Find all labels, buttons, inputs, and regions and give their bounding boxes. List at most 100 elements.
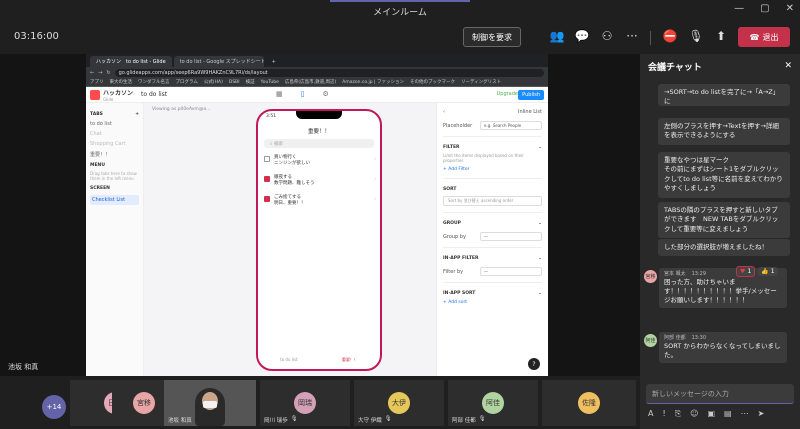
browser-tab-glide[interactable]: ハッカソン to do list - Glide: [90, 56, 172, 67]
bookmark-item[interactable]: アプリ: [90, 79, 104, 85]
checkbox[interactable]: [264, 196, 270, 202]
more-icon[interactable]: ⋯: [741, 409, 749, 419]
bookmark-item[interactable]: プログラム: [176, 79, 198, 85]
viewing-as[interactable]: Viewing as p00eAvm@a...: [152, 107, 210, 112]
share-screen-icon[interactable]: ⬆: [713, 28, 729, 44]
bookmark-item[interactable]: ワンダフル名言: [138, 79, 170, 85]
toolbar-divider: [650, 31, 651, 45]
browser-tab-sheets[interactable]: to do list - Google スプレッドシート: [173, 56, 264, 67]
list-item[interactable]: 徹夜する 数学問題、難しそう ›: [264, 175, 376, 187]
phone-tab-important[interactable]: 重要！！: [342, 357, 358, 363]
publish-button[interactable]: Publish: [518, 90, 544, 100]
divider: [443, 178, 542, 180]
divider: [443, 247, 542, 249]
phone-tab-todo[interactable]: to do list: [280, 357, 297, 363]
request-control-button[interactable]: 制御を要求: [463, 27, 521, 47]
add-tab-icon[interactable]: +: [135, 112, 139, 117]
participant-tile[interactable]: 阿佳 阿部 佳都 🎙: [448, 380, 538, 426]
bookmark-item[interactable]: 検証: [246, 79, 255, 85]
phone-preview: 3:51 重要！！ ⌕ 検索 買い物行く ニンジンが欲しい › 徹夜する 数学問…: [256, 109, 382, 371]
attach-icon[interactable]: ⎘: [675, 409, 681, 419]
filter-by-select[interactable]: —: [480, 267, 542, 277]
settings-icon[interactable]: ⚙: [322, 90, 328, 98]
bookmark-item[interactable]: その他のブックマーク: [410, 79, 455, 85]
reload-icon[interactable]: ↻: [106, 70, 110, 76]
add-sort-button[interactable]: + Add sort: [443, 300, 542, 305]
phone-notch: [296, 111, 342, 119]
chat-title: 会議チャット: [648, 62, 702, 73]
overflow-participants[interactable]: +14: [42, 395, 66, 419]
bookmark-item[interactable]: YouTube: [261, 80, 279, 85]
participant-tile[interactable]: 岡瑞 岡川 瑞歩 🎙: [260, 380, 350, 426]
list-item-text: 徹夜する 数学問題、難しそう: [274, 175, 315, 186]
bookmark-item[interactable]: 公式(HA): [204, 79, 223, 85]
chevron-down-icon: ⌄: [538, 291, 542, 297]
phone-tab-bar: to do list 重要！！: [258, 357, 380, 363]
bookmark-item[interactable]: DSBI: [229, 80, 240, 85]
participants-icon[interactable]: 👥: [549, 28, 565, 44]
reaction-like[interactable]: 👍 1: [758, 267, 778, 276]
url-field[interactable]: go.glideapps.com/app/seep6Ra9W9HAKZnC9L7…: [114, 68, 544, 77]
sort-select[interactable]: Sort by 並び替え ascending order: [443, 196, 542, 207]
message-author: 阿部 佳都: [664, 335, 686, 341]
bookmark-item[interactable]: 東大の生活: [110, 79, 133, 85]
participant-name: 阿部 佳都 🎙: [452, 416, 486, 424]
participant-video: [195, 388, 225, 426]
phone-view-icon[interactable]: ▯: [301, 90, 305, 98]
bookmark-item[interactable]: 広島県(広島市,鉄道,周辺): [285, 79, 336, 85]
new-tab-button[interactable]: +: [266, 56, 282, 67]
maximize-icon[interactable]: ▢: [760, 3, 769, 14]
back-icon[interactable]: ←: [90, 70, 94, 76]
mic-off-icon[interactable]: 🎙: [688, 28, 704, 44]
rooms-icon[interactable]: ⚇: [599, 28, 615, 44]
list-item[interactable]: 買い物行く ニンジンが欲しい ›: [264, 155, 376, 167]
bookmark-item[interactable]: Amazon.co.jp | ファッション: [342, 79, 404, 85]
screen-item-checklist[interactable]: Checklist List: [90, 195, 139, 206]
chat-bubble: TABSの隣のプラスを押すと新しいタブができます NEW TABをダブルクリック…: [658, 202, 790, 239]
table-view-icon[interactable]: ▦: [276, 90, 283, 98]
checkbox[interactable]: [264, 176, 270, 182]
close-icon[interactable]: ✕: [786, 3, 794, 14]
message-text: SORT からわからなくなってしまいました。: [664, 342, 781, 360]
emoji-icon[interactable]: ☺: [690, 409, 698, 419]
participant-tile[interactable]: 大伊 大守 伊織 🎙: [354, 380, 444, 426]
leave-button[interactable]: ☎ 退出: [738, 27, 790, 47]
camera-off-icon[interactable]: ⛔: [662, 28, 678, 44]
minimize-icon[interactable]: —: [734, 3, 744, 14]
phone-search[interactable]: ⌕ 検索: [264, 139, 374, 148]
send-icon[interactable]: ➤: [758, 409, 765, 419]
gif-icon[interactable]: ▣: [707, 409, 715, 419]
placeholder-input[interactable]: e.g. Search People: [480, 121, 542, 130]
close-icon[interactable]: ✕: [784, 61, 792, 71]
app-logo: [90, 89, 100, 100]
participant-initials: 大伊: [388, 392, 410, 414]
more-icon[interactable]: ···: [624, 28, 640, 44]
sticker-icon[interactable]: ▤: [724, 409, 732, 419]
chat-input[interactable]: 新しいメッセージの入力: [646, 384, 794, 404]
reaction-heart[interactable]: ♥ 1: [736, 266, 756, 277]
checkbox[interactable]: [264, 156, 270, 162]
important-icon[interactable]: !: [662, 409, 665, 419]
glide-properties-panel: ‹ Inline List Placeholder e.g. Search Peo…: [436, 103, 548, 376]
page-title: to do list: [141, 91, 168, 98]
tab-item[interactable]: Shopping Cart: [90, 141, 139, 147]
upgrade-link[interactable]: Upgrade: [497, 91, 518, 97]
add-filter-button[interactable]: + Add Filter: [443, 167, 542, 172]
forward-icon[interactable]: →: [98, 70, 102, 76]
participant-tile[interactable]: 佐隆: [542, 380, 636, 426]
tab-item[interactable]: Chat: [90, 131, 139, 137]
window-title: メインルーム: [373, 7, 427, 18]
shared-browser-window: ハッカソン to do list - Glide to do list - Go…: [86, 54, 548, 376]
phone-icon: ☎: [749, 32, 760, 42]
group-by-select[interactable]: —: [480, 232, 542, 242]
tab-item[interactable]: to do list: [90, 121, 139, 127]
bookmark-item[interactable]: リーディングリスト: [461, 79, 501, 85]
format-icon[interactable]: A: [648, 409, 653, 419]
chat-messages: →SORT→to do listを完了に→「A→Z」に 左側のプラスを押す→Te…: [640, 78, 800, 380]
help-icon[interactable]: ?: [528, 358, 540, 370]
back-icon[interactable]: ‹: [443, 109, 445, 115]
list-item[interactable]: ごみ捨てする 明日、重要！！ ›: [264, 195, 376, 207]
chat-icon[interactable]: 💬: [574, 28, 590, 44]
participant-video-tile[interactable]: 池坂 和真: [164, 380, 256, 426]
tab-item[interactable]: 重要！！: [90, 151, 139, 158]
